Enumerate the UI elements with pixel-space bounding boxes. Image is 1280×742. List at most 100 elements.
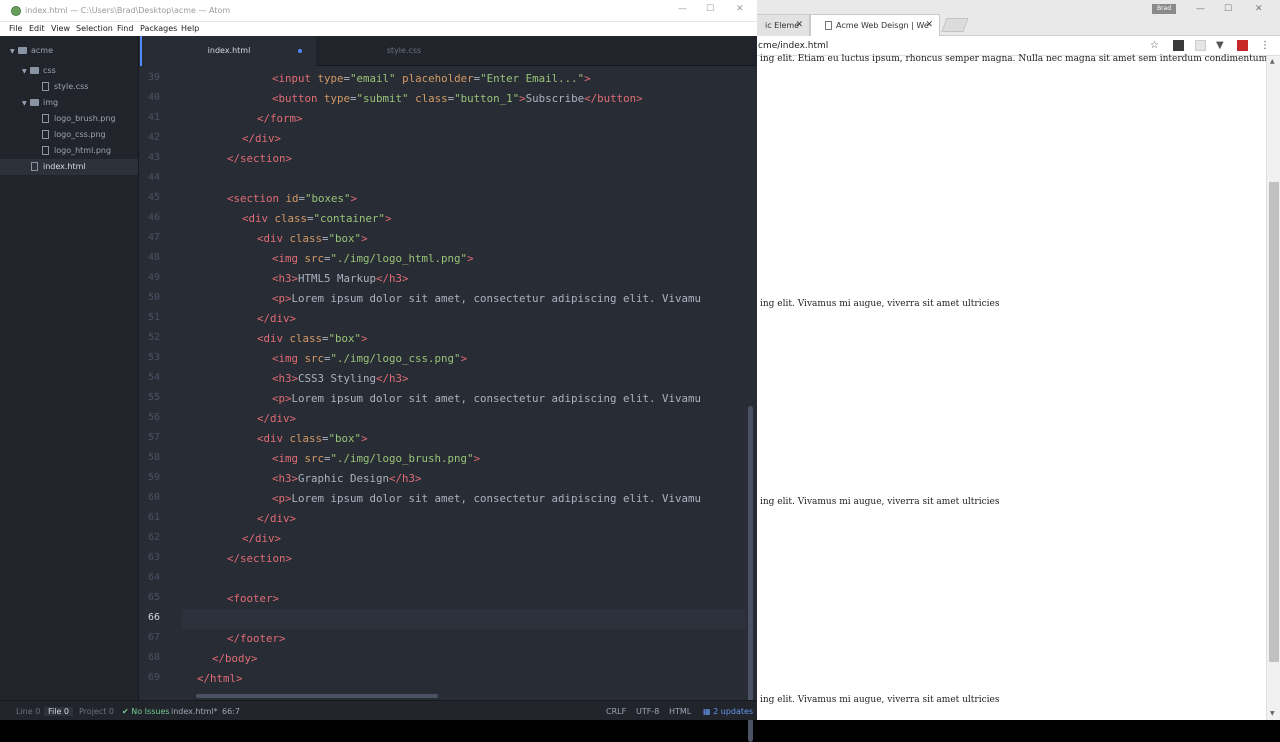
browser-tab-previous[interactable]: ic Eleme ✕ <box>750 14 810 36</box>
code-line[interactable]: <h3>HTML5 Markup</h3> <box>182 269 746 289</box>
line-number: 42 <box>147 132 160 143</box>
code-line[interactable]: <img src="./img/logo_brush.png"> <box>182 449 746 469</box>
editor-scrollbar-thumb[interactable] <box>748 406 753 742</box>
code-line[interactable]: </body> <box>182 649 746 669</box>
code-line[interactable]: <p>Lorem ipsum dolor sit amet, consectet… <box>182 289 746 309</box>
code-line[interactable]: </footer> <box>182 629 746 649</box>
code-token: Graphic Design <box>298 472 390 485</box>
new-tab-button[interactable] <box>941 18 969 32</box>
menu-find[interactable]: Find <box>117 24 133 33</box>
code-line[interactable]: </section> <box>182 549 746 569</box>
code-line[interactable]: <h3>CSS3 Styling</h3> <box>182 369 746 389</box>
code-line[interactable]: <input type="email" placeholder="Enter E… <box>182 69 746 89</box>
code-line[interactable]: </div> <box>182 129 746 149</box>
code-line[interactable]: <section id="boxes"> <box>182 189 746 209</box>
package-updates[interactable]: ▦ 2 updates <box>703 707 753 716</box>
file-encoding[interactable]: UTF-8 <box>636 707 659 716</box>
status-bar: Line 0 File 0 Project 0 ✔ No Issues inde… <box>0 700 757 720</box>
extension-icon[interactable] <box>1173 40 1184 51</box>
code-line[interactable]: <div class="box"> <box>182 429 746 449</box>
browser-tab-acme[interactable]: Acme Web Deisgn | We ✕ <box>810 14 940 36</box>
menu-bar: File Edit View Selection Find Packages H… <box>0 22 757 36</box>
menu-help[interactable]: Help <box>181 24 199 33</box>
code-line[interactable]: <div class="box"> <box>182 229 746 249</box>
code-token: </h3> <box>389 472 422 485</box>
extension-icon[interactable] <box>1195 40 1206 51</box>
code-line[interactable]: <div class="box"> <box>182 329 746 349</box>
code-line[interactable]: </form> <box>182 109 746 129</box>
code-line[interactable]: <p>Lorem ipsum dolor sit amet, consectet… <box>182 489 746 509</box>
code-token: Lorem ipsum dolor sit amet, consectetur … <box>291 292 702 305</box>
atom-window: index.html — C:\Users\Brad\Desktop\acme … <box>0 0 757 742</box>
code-line[interactable] <box>182 569 746 589</box>
code-editor[interactable]: <input type="email" placeholder="Enter E… <box>182 66 746 700</box>
menu-icon[interactable]: ⋮ <box>1260 40 1270 51</box>
code-token: </div> <box>242 532 282 545</box>
close-icon[interactable]: ✕ <box>736 4 744 14</box>
tab-index-html[interactable]: index.html <box>140 36 316 66</box>
profile-badge[interactable]: Brad <box>1152 4 1176 14</box>
menu-edit[interactable]: Edit <box>29 24 45 33</box>
code-line[interactable]: <button type="submit" class="button_1">S… <box>182 89 746 109</box>
status-filename[interactable]: index.html* <box>171 707 218 716</box>
menu-view[interactable]: View <box>51 24 70 33</box>
line-number: 68 <box>147 652 160 663</box>
code-line[interactable] <box>182 169 746 189</box>
vue-devtools-icon[interactable]: ▼ <box>1216 40 1224 51</box>
grammar-selector[interactable]: HTML <box>669 707 691 716</box>
close-icon[interactable]: ✕ <box>1255 4 1263 14</box>
code-line[interactable]: <img src="./img/logo_css.png"> <box>182 349 746 369</box>
bookmark-star-icon[interactable]: ☆ <box>1150 40 1159 51</box>
code-line[interactable]: <footer> <box>182 589 746 609</box>
cursor-position[interactable]: 66:7 <box>222 707 240 716</box>
code-line[interactable]: </div> <box>182 529 746 549</box>
code-line[interactable] <box>182 609 746 629</box>
browser-scrollbar-thumb[interactable] <box>1269 182 1279 662</box>
address-bar[interactable]: cme/index.html <box>758 41 828 51</box>
linter-line-count[interactable]: Line 0 <box>16 707 40 716</box>
linter-project-count[interactable]: Project 0 <box>79 707 114 716</box>
line-number: 52 <box>147 332 160 343</box>
code-line[interactable]: <img src="./img/logo_html.png"> <box>182 249 746 269</box>
menu-selection[interactable]: Selection <box>76 24 113 33</box>
tree-file-style-css[interactable]: style.css <box>42 79 88 95</box>
line-ending[interactable]: CRLF <box>606 707 626 716</box>
code-token: <p> <box>272 292 292 305</box>
minimize-icon[interactable]: — <box>678 4 687 14</box>
minimize-icon[interactable]: — <box>1196 4 1205 14</box>
code-token: placeholder <box>395 72 474 85</box>
editor-tabs: index.html style.css <box>140 36 757 66</box>
editor-horizontal-scrollbar[interactable] <box>196 694 438 698</box>
browser-scrollbar[interactable]: ▲ ▼ <box>1266 56 1280 720</box>
window-title: index.html — C:\Users\Brad\Desktop\acme … <box>25 6 231 15</box>
tree-file-logo-brush[interactable]: logo_brush.png <box>42 111 116 127</box>
code-line[interactable]: <h3>Graphic Design</h3> <box>182 469 746 489</box>
maximize-icon[interactable]: ☐ <box>706 4 714 14</box>
maximize-icon[interactable]: ☐ <box>1224 4 1232 14</box>
tree-folder-acme[interactable]: ▼ acme <box>10 43 53 59</box>
tree-file-logo-css[interactable]: logo_css.png <box>42 127 106 143</box>
menu-packages[interactable]: Packages <box>140 24 177 33</box>
close-tab-icon[interactable]: ✕ <box>795 20 803 30</box>
close-tab-icon[interactable]: ✕ <box>925 20 933 30</box>
editor-scrollbar[interactable] <box>746 66 757 742</box>
linter-status[interactable]: ✔ No Issues <box>122 707 170 716</box>
code-line[interactable]: </div> <box>182 409 746 429</box>
menu-file[interactable]: File <box>9 24 22 33</box>
linter-file-count[interactable]: File 0 <box>44 707 74 716</box>
code-line[interactable]: <p>Lorem ipsum dolor sit amet, consectet… <box>182 389 746 409</box>
code-line[interactable]: </html> <box>182 669 746 689</box>
code-line[interactable]: </div> <box>182 309 746 329</box>
code-line[interactable]: <div class="container"> <box>182 209 746 229</box>
code-line[interactable]: </section> <box>182 149 746 169</box>
tree-file-logo-html[interactable]: logo_html.png <box>42 143 111 159</box>
extension-icon[interactable] <box>1237 40 1248 51</box>
line-number: 63 <box>147 552 160 563</box>
tab-style-css[interactable]: style.css <box>316 36 492 66</box>
modified-dot-icon[interactable] <box>298 49 302 53</box>
tree-file-index-html[interactable]: index.html <box>0 159 138 175</box>
tree-folder-css[interactable]: ▼ css <box>22 63 56 79</box>
tree-folder-img[interactable]: ▼ img <box>22 95 58 111</box>
line-number: 44 <box>147 172 160 183</box>
code-line[interactable]: </div> <box>182 509 746 529</box>
